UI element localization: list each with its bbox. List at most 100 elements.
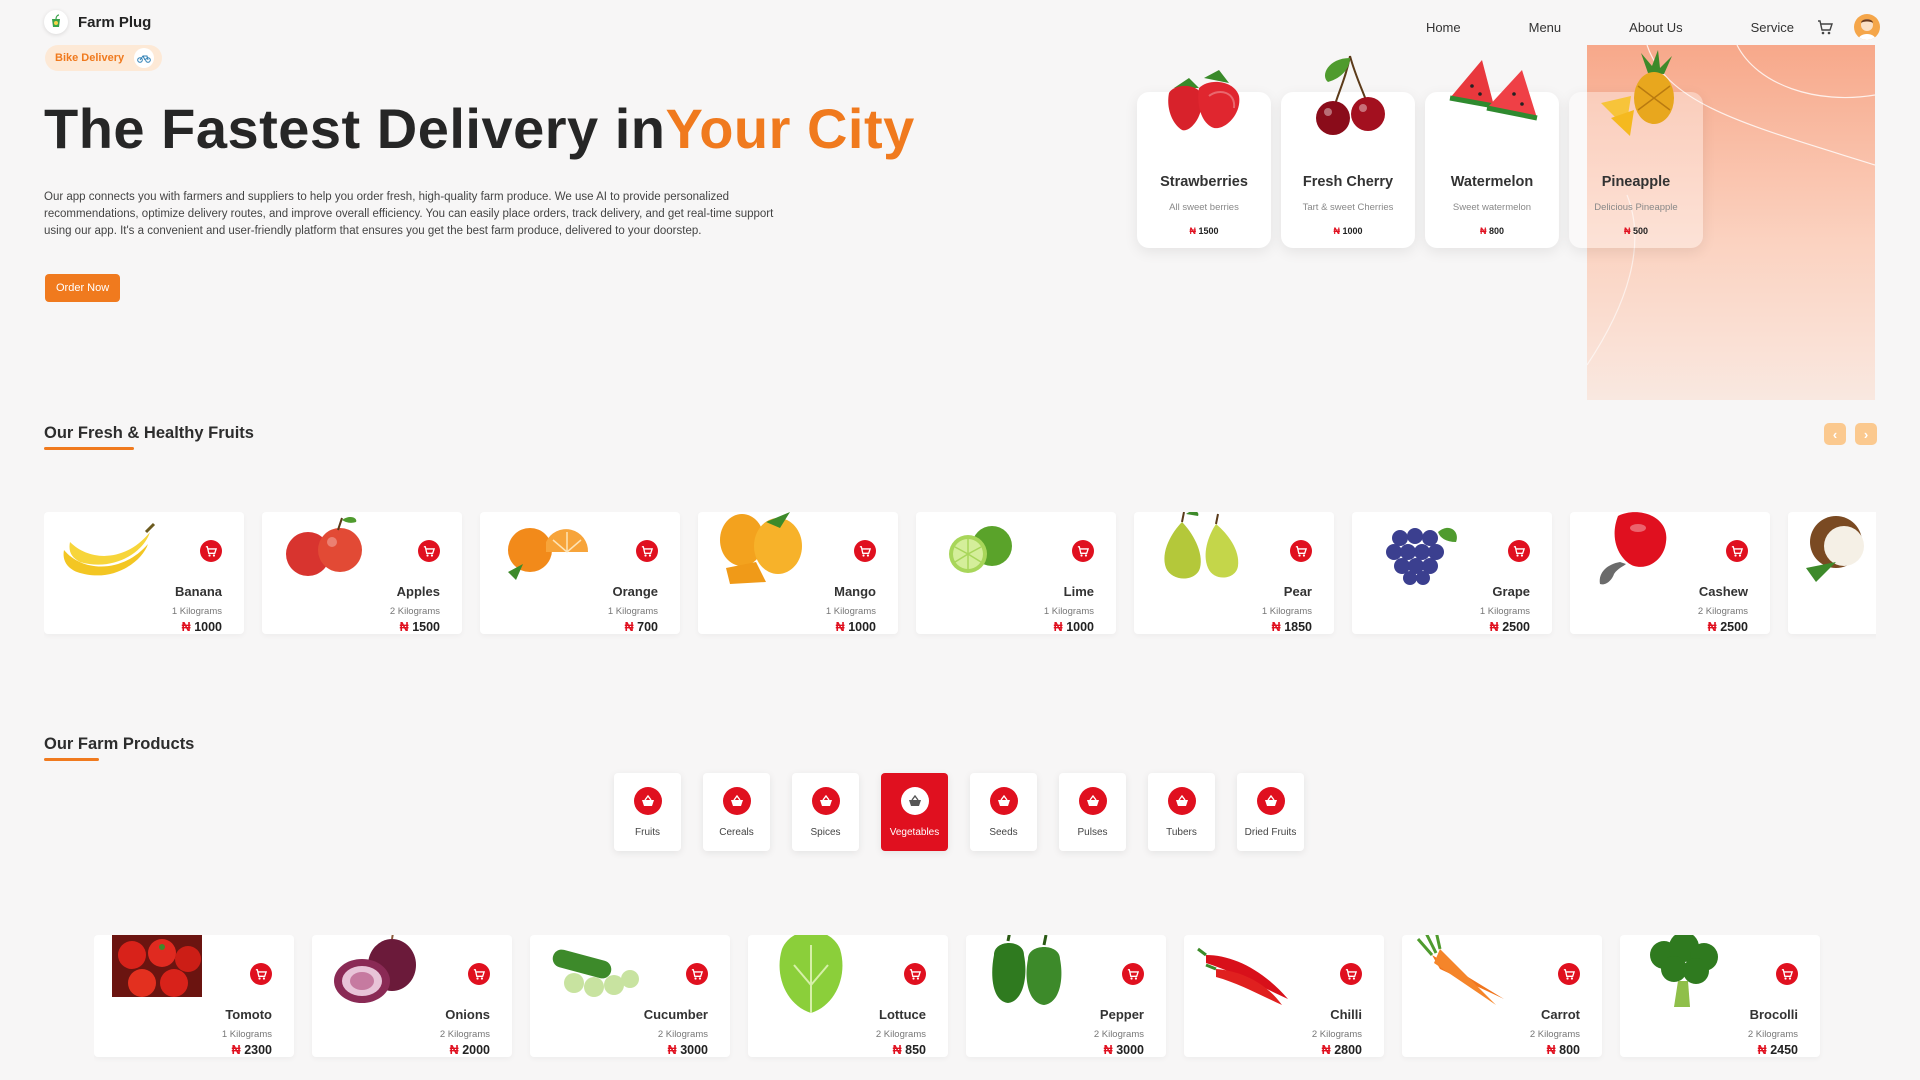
add-to-cart-button[interactable] xyxy=(200,540,222,562)
product-card-apples[interactable]: Apples 2 Kilograms ₦ 1500 xyxy=(262,512,462,634)
category-cereals[interactable]: Cereals xyxy=(703,773,770,851)
nav-service[interactable]: Service xyxy=(1751,20,1794,35)
lettuce-icon xyxy=(756,935,866,1015)
add-to-cart-button[interactable] xyxy=(418,540,440,562)
basket-icon xyxy=(722,787,751,815)
basket-icon xyxy=(1078,787,1107,815)
product-card-pepper[interactable]: Pepper 2 Kilograms ₦ 3000 xyxy=(966,935,1166,1057)
basket-icon xyxy=(1167,787,1196,815)
nav-home[interactable]: Home xyxy=(1426,20,1461,35)
product-price-value: 2800 xyxy=(1334,1043,1362,1057)
add-to-cart-button[interactable] xyxy=(1340,963,1362,985)
add-to-cart-button[interactable] xyxy=(468,963,490,985)
nav-menu[interactable]: Menu xyxy=(1529,20,1562,35)
hero-card-watermelon[interactable]: Watermelon Sweet watermelon ₦ 800 xyxy=(1425,60,1559,248)
product-price: ₦ 3000 xyxy=(1104,1043,1144,1057)
add-to-cart-button[interactable] xyxy=(686,963,708,985)
add-to-cart-button[interactable] xyxy=(636,540,658,562)
product-card-chilli[interactable]: Chilli 2 Kilograms ₦ 2800 xyxy=(1184,935,1384,1057)
product-price: ₦ 850 xyxy=(893,1043,926,1057)
product-name: Mango xyxy=(834,584,876,599)
product-card-mango[interactable]: Mango 1 Kilograms ₦ 1000 xyxy=(698,512,898,634)
product-card-lottuce[interactable]: Lottuce 2 Kilograms ₦ 850 xyxy=(748,935,948,1057)
naira-sign: ₦ xyxy=(624,620,634,634)
category-label: Vegetables xyxy=(889,827,940,838)
farm-title-underline xyxy=(44,758,99,761)
add-to-cart-button[interactable] xyxy=(1122,963,1144,985)
product-card-onions[interactable]: Onions 2 Kilograms ₦ 2000 xyxy=(312,935,512,1057)
product-price-value: 1000 xyxy=(194,620,222,634)
product-price: ₦ 1000 xyxy=(182,620,222,634)
grape-icon xyxy=(1360,512,1470,592)
next-arrow-button[interactable]: › xyxy=(1855,423,1877,445)
hero-card-fresh-cherry[interactable]: Fresh Cherry Tart & sweet Cherries ₦ 100… xyxy=(1281,55,1415,248)
hero-card-pineapple[interactable]: Pineapple Delicious Pineapple ₦ 500 xyxy=(1569,50,1703,248)
product-card-orange[interactable]: Orange 1 Kilograms ₦ 700 xyxy=(480,512,680,634)
product-quantity: 2 Kilograms xyxy=(1747,1029,1798,1040)
product-quantity: 2 Kilograms xyxy=(439,1029,490,1040)
product-card-partial[interactable] xyxy=(1788,512,1876,634)
add-to-cart-button[interactable] xyxy=(250,963,272,985)
product-price-value: 700 xyxy=(637,620,658,634)
add-to-cart-button[interactable] xyxy=(1726,540,1748,562)
hero-card-price: ₦ 500 xyxy=(1569,226,1703,236)
brand[interactable]: Farm Plug xyxy=(44,10,151,34)
add-to-cart-button[interactable] xyxy=(904,963,926,985)
product-card-lime[interactable]: Lime 1 Kilograms ₦ 1000 xyxy=(916,512,1116,634)
hero-card-price: ₦ 800 xyxy=(1425,226,1559,236)
product-price-value: 3000 xyxy=(680,1043,708,1057)
product-price-value: 1000 xyxy=(1066,620,1094,634)
order-now-button[interactable]: Order Now xyxy=(45,274,121,302)
naira-sign: ₦ xyxy=(1103,1043,1113,1057)
product-card-tomoto[interactable]: Tomoto 1 Kilograms ₦ 2300 xyxy=(94,935,294,1057)
product-card-carrot[interactable]: Carrot 2 Kilograms ₦ 800 xyxy=(1402,935,1602,1057)
product-quantity: 1 Kilograms xyxy=(607,606,658,617)
category-label: Seeds xyxy=(989,827,1018,838)
category-fruits[interactable]: Fruits xyxy=(614,773,681,851)
product-price-value: 3000 xyxy=(1116,1043,1144,1057)
farm-logo-icon xyxy=(44,10,68,34)
apple-icon xyxy=(270,512,380,592)
add-to-cart-button[interactable] xyxy=(1558,963,1580,985)
product-price: ₦ 700 xyxy=(625,620,658,634)
product-card-cucumber[interactable]: Cucumber 2 Kilograms ₦ 3000 xyxy=(530,935,730,1057)
hero-card-strawberries[interactable]: Strawberries All sweet berries ₦ 1500 xyxy=(1137,70,1271,248)
product-price: ₦ 1000 xyxy=(1054,620,1094,634)
add-to-cart-button[interactable] xyxy=(1290,540,1312,562)
user-avatar[interactable] xyxy=(1854,14,1880,40)
product-card-pear[interactable]: Pear 1 Kilograms ₦ 1850 xyxy=(1134,512,1334,634)
product-name: Orange xyxy=(612,584,658,599)
product-price: ₦ 2450 xyxy=(1758,1043,1798,1057)
product-card-grape[interactable]: Grape 1 Kilograms ₦ 2500 xyxy=(1352,512,1552,634)
add-to-cart-button[interactable] xyxy=(854,540,876,562)
product-quantity: 2 Kilograms xyxy=(1529,1029,1580,1040)
add-to-cart-button[interactable] xyxy=(1508,540,1530,562)
product-card-banana[interactable]: Banana 1 Kilograms ₦ 1000 xyxy=(44,512,244,634)
product-price: ₦ 2800 xyxy=(1322,1043,1362,1057)
nav-about-us[interactable]: About Us xyxy=(1629,20,1682,35)
product-card-brocolli[interactable]: Brocolli 2 Kilograms ₦ 2450 xyxy=(1620,935,1820,1057)
cart-icon[interactable] xyxy=(1814,16,1836,38)
basket-icon xyxy=(633,787,662,815)
category-vegetables[interactable]: Vegetables xyxy=(881,773,948,851)
category-label: Spices xyxy=(810,827,841,838)
basket-icon xyxy=(900,787,929,815)
hero-card-name: Pineapple xyxy=(1601,174,1671,190)
prev-arrow-button[interactable]: ‹ xyxy=(1824,423,1846,445)
add-to-cart-button[interactable] xyxy=(1072,540,1094,562)
naira-sign: ₦ xyxy=(1271,620,1281,634)
product-price: ₦ 1000 xyxy=(836,620,876,634)
pear-icon xyxy=(1142,512,1252,592)
add-to-cart-button[interactable] xyxy=(1776,963,1798,985)
category-label: Dried Fruits xyxy=(1244,827,1297,838)
category-seeds[interactable]: Seeds xyxy=(970,773,1037,851)
product-card-cashew[interactable]: Cashew 2 Kilograms ₦ 2500 xyxy=(1570,512,1770,634)
category-tubers[interactable]: Tubers xyxy=(1148,773,1215,851)
category-dried-fruits[interactable]: Dried Fruits xyxy=(1237,773,1304,851)
category-spices[interactable]: Spices xyxy=(792,773,859,851)
product-quantity: 1 Kilograms xyxy=(221,1029,272,1040)
category-pulses[interactable]: Pulses xyxy=(1059,773,1126,851)
fruits-section-title: Our Fresh & Healthy Fruits xyxy=(44,424,254,442)
product-name: Tomoto xyxy=(225,1007,272,1022)
product-name: Apples xyxy=(396,584,440,599)
